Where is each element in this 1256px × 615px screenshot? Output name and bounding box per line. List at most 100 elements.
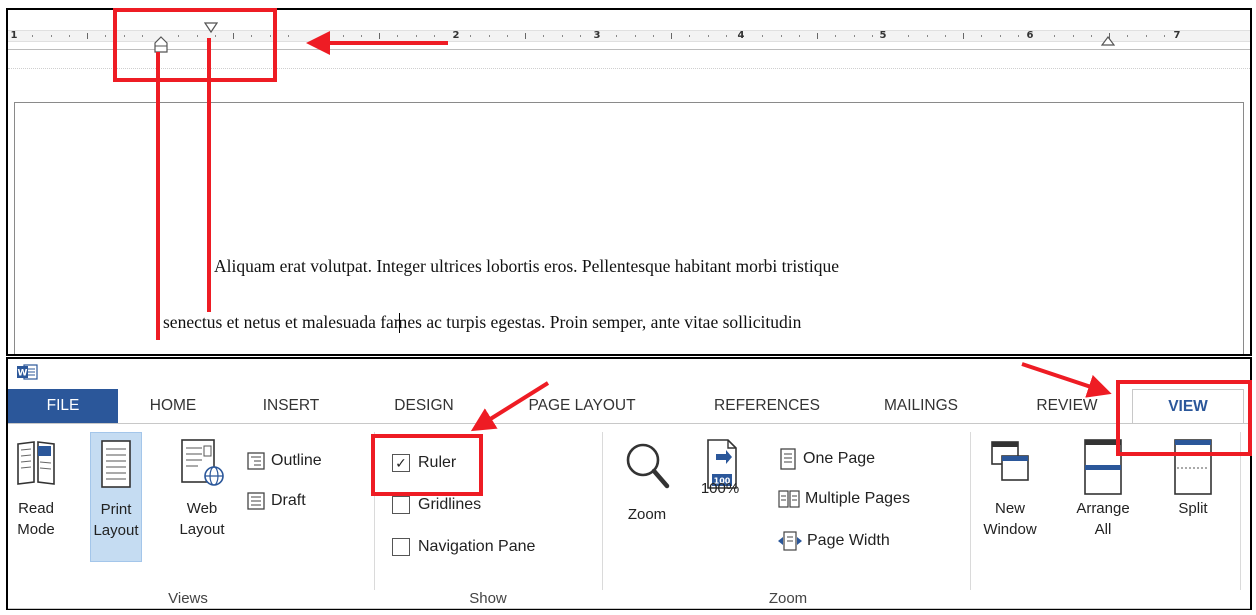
ruler-tick: [197, 35, 198, 37]
tab-design[interactable]: DESIGN: [380, 389, 468, 423]
ruler-tick: [963, 33, 964, 39]
ribbon-body: Read Mode Print Layout Web Layout Outlin…: [8, 423, 1250, 608]
ruler-tick: [835, 35, 836, 37]
title-bar: W: [8, 359, 1250, 389]
draft-icon: [247, 492, 265, 510]
ruler-tick: [781, 35, 782, 37]
split-label: Split: [1178, 500, 1208, 517]
print-layout-icon: [101, 440, 131, 488]
ruler-tick: [32, 35, 33, 37]
tab-page-layout[interactable]: PAGE LAYOUT: [508, 389, 656, 423]
arrange-all-icon: [1084, 439, 1122, 495]
ruler-tick: [635, 35, 636, 37]
hundred-percent-label: 100%: [700, 480, 740, 497]
ruler-tick: [1146, 35, 1147, 37]
read-mode-button[interactable]: Read Mode: [10, 438, 62, 556]
outline-label: Outline: [271, 452, 322, 469]
ruler-number-6: 6: [1026, 30, 1034, 41]
ruler-check-icon[interactable]: ✓: [392, 454, 410, 472]
ruler-tick: [124, 35, 125, 37]
ruler-tick: [908, 35, 909, 37]
ruler-number-7: 7: [1173, 30, 1181, 41]
ribbon-tab-row: FILE HOME INSERT DESIGN PAGE LAYOUT REFE…: [8, 389, 1250, 425]
ruler-number-5: 5: [879, 30, 887, 41]
ruler-tick: [270, 35, 271, 37]
ribbon-panel: W FILE HOME INSERT DESIGN PAGE LAYOUT RE…: [6, 357, 1252, 610]
web-layout-button[interactable]: Web Layout: [172, 438, 232, 556]
tab-insert[interactable]: INSERT: [248, 389, 334, 423]
tab-mailings[interactable]: MAILINGS: [871, 389, 971, 423]
ruler-tick: [1000, 35, 1001, 37]
ruler-tick: [51, 35, 52, 37]
split-button[interactable]: Split: [1162, 438, 1224, 556]
document-text-line-2[interactable]: senectus et netus et malesuada fames ac …: [163, 312, 801, 333]
new-window-label-2: Window: [983, 521, 1037, 538]
web-layout-label-1: Web: [186, 500, 218, 517]
ruler-checkbox[interactable]: ✓ Ruler: [392, 452, 456, 474]
ruler-tick: [1018, 35, 1019, 37]
ruler-tick: [616, 35, 617, 37]
hundred-percent-button[interactable]: 100 100%: [692, 438, 748, 556]
multiple-pages-button[interactable]: Multiple Pages: [778, 488, 910, 510]
arrange-all-label-1: Arrange: [1076, 500, 1130, 517]
ruler-tick: [1127, 35, 1128, 37]
ruler-strip: [8, 30, 1250, 42]
navigation-pane-checkbox[interactable]: Navigation Pane: [392, 536, 535, 558]
ruler-tick: [817, 33, 818, 39]
ruler-tick: [543, 35, 544, 37]
page-width-button[interactable]: Page Width: [778, 530, 890, 552]
show-group-label: Show: [469, 590, 507, 607]
views-group-label: Views: [168, 590, 208, 607]
draft-button[interactable]: Draft: [246, 490, 306, 512]
document-text-line-1[interactable]: Aliquam erat volutpat. Integer ultrices …: [214, 256, 839, 277]
zoom-group-separator: [970, 432, 971, 590]
gridlines-checkbox[interactable]: Gridlines: [392, 494, 481, 516]
right-indent-marker[interactable]: [1101, 36, 1115, 48]
tab-file[interactable]: FILE: [8, 389, 118, 423]
navigation-pane-check-icon[interactable]: [392, 538, 410, 556]
draft-label: Draft: [271, 492, 306, 509]
print-layout-button[interactable]: Print Layout: [90, 432, 142, 562]
ruler-number-4: 4: [737, 30, 745, 41]
zoom-group-label: Zoom: [768, 590, 808, 607]
ruler-tick: [142, 35, 143, 37]
gridlines-check-icon[interactable]: [392, 496, 410, 514]
word-app-icon[interactable]: W: [16, 363, 38, 381]
ruler-tick: [397, 35, 398, 37]
tab-references[interactable]: REFERENCES: [698, 389, 836, 423]
ribbon-footer-line: [8, 608, 1250, 609]
ruler-tick: [525, 33, 526, 39]
read-mode-icon: [17, 441, 55, 485]
first-line-indent-marker[interactable]: [204, 22, 218, 34]
tab-home[interactable]: HOME: [136, 389, 210, 423]
ruler-tick: [1164, 35, 1165, 37]
horizontal-ruler[interactable]: 1 2 3 4 5 6 7: [8, 22, 1250, 53]
hanging-indent-marker[interactable]: [154, 36, 168, 54]
arrange-all-button[interactable]: Arrange All: [1068, 438, 1138, 556]
ruler-tick: [251, 35, 252, 37]
ruler-tick: [671, 33, 672, 39]
views-group-separator: [374, 432, 375, 590]
ruler-tick: [288, 35, 289, 37]
new-window-button[interactable]: New Window: [978, 438, 1042, 556]
zoom-button[interactable]: Zoom: [616, 438, 678, 556]
ruler-number-1: 1: [10, 30, 18, 41]
tab-review[interactable]: REVIEW: [1026, 389, 1108, 423]
one-page-button[interactable]: One Page: [778, 448, 875, 470]
ruler-number-3: 3: [593, 30, 601, 41]
ruler-tick: [105, 35, 106, 37]
multiple-pages-label: Multiple Pages: [805, 490, 910, 507]
ruler-number-2: 2: [452, 30, 460, 41]
gridlines-label: Gridlines: [418, 496, 482, 513]
ruler-tick: [762, 35, 763, 37]
new-window-icon: [991, 441, 1029, 481]
page-width-label: Page Width: [807, 532, 890, 549]
zoom-label: Zoom: [627, 506, 667, 523]
ruler-tick: [434, 35, 435, 37]
tab-view[interactable]: VIEW: [1132, 389, 1244, 425]
outline-button[interactable]: Outline: [246, 450, 322, 472]
window-group-separator: [1240, 432, 1241, 590]
navigation-pane-label: Navigation Pane: [418, 538, 536, 555]
web-layout-icon: [181, 439, 224, 486]
ruler-tick: [854, 35, 855, 37]
